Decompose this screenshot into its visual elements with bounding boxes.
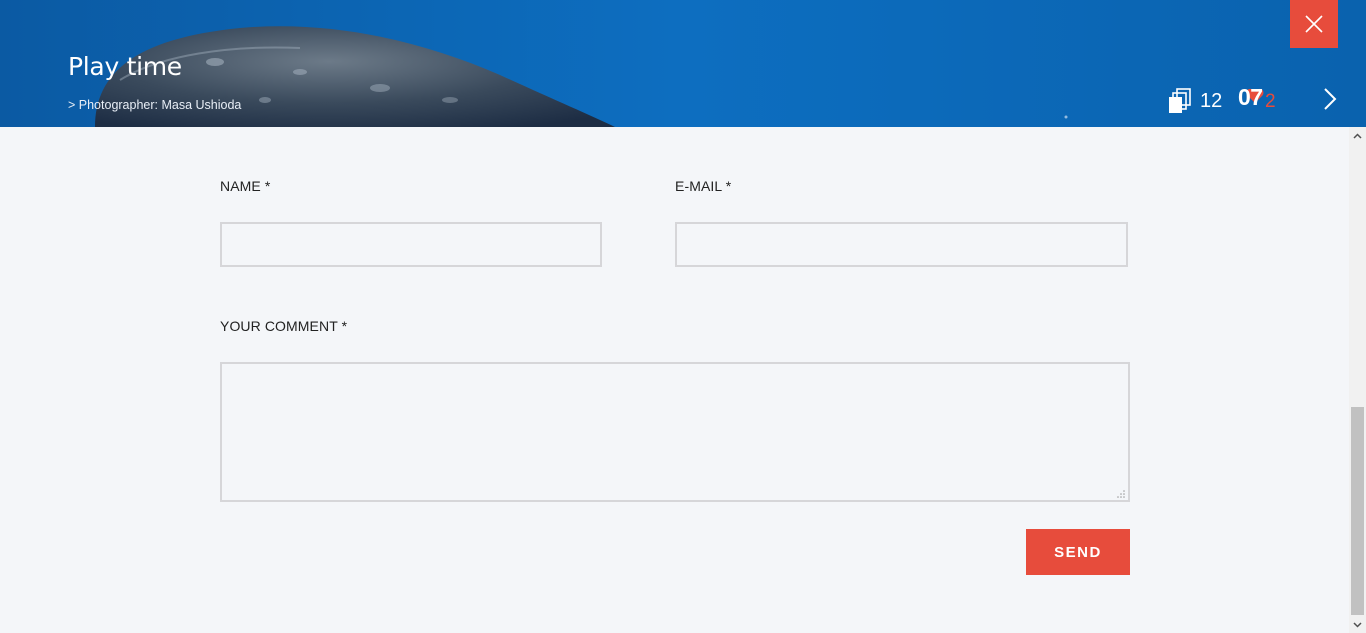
like-counter[interactable]: 2 07 xyxy=(1238,84,1286,114)
name-field[interactable] xyxy=(220,222,602,267)
name-label: NAME * xyxy=(220,178,271,194)
page-scrollbar[interactable] xyxy=(1349,127,1366,633)
close-button[interactable] xyxy=(1290,0,1338,48)
gallery-count[interactable]: 12 xyxy=(1168,88,1222,114)
photo-title: Play time xyxy=(68,52,182,81)
close-icon xyxy=(1305,15,1323,33)
hero-banner: Play time > Photographer: Masa Ushioda 1… xyxy=(0,0,1366,127)
chevron-right-icon[interactable] xyxy=(1322,86,1338,112)
send-button[interactable]: SEND xyxy=(1026,529,1130,575)
gallery-count-value: 12 xyxy=(1200,90,1223,112)
chevron-down-icon xyxy=(1353,621,1362,628)
scrollbar-thumb[interactable] xyxy=(1351,407,1364,615)
photographer-credit: > Photographer: Masa Ushioda xyxy=(68,98,242,112)
resize-grip-icon[interactable] xyxy=(1117,489,1126,498)
comment-label: YOUR COMMENT * xyxy=(220,318,348,334)
scroll-down-button[interactable] xyxy=(1349,616,1366,633)
chevron-up-icon xyxy=(1353,132,1362,139)
email-field[interactable] xyxy=(675,222,1128,267)
comment-field[interactable] xyxy=(220,362,1130,502)
like-count: 2 xyxy=(1265,91,1276,112)
photo-number: 07 xyxy=(1238,84,1263,110)
gallery-stack-icon xyxy=(1169,88,1191,113)
email-label: E-MAIL * xyxy=(675,178,732,194)
scroll-up-button[interactable] xyxy=(1349,127,1366,144)
